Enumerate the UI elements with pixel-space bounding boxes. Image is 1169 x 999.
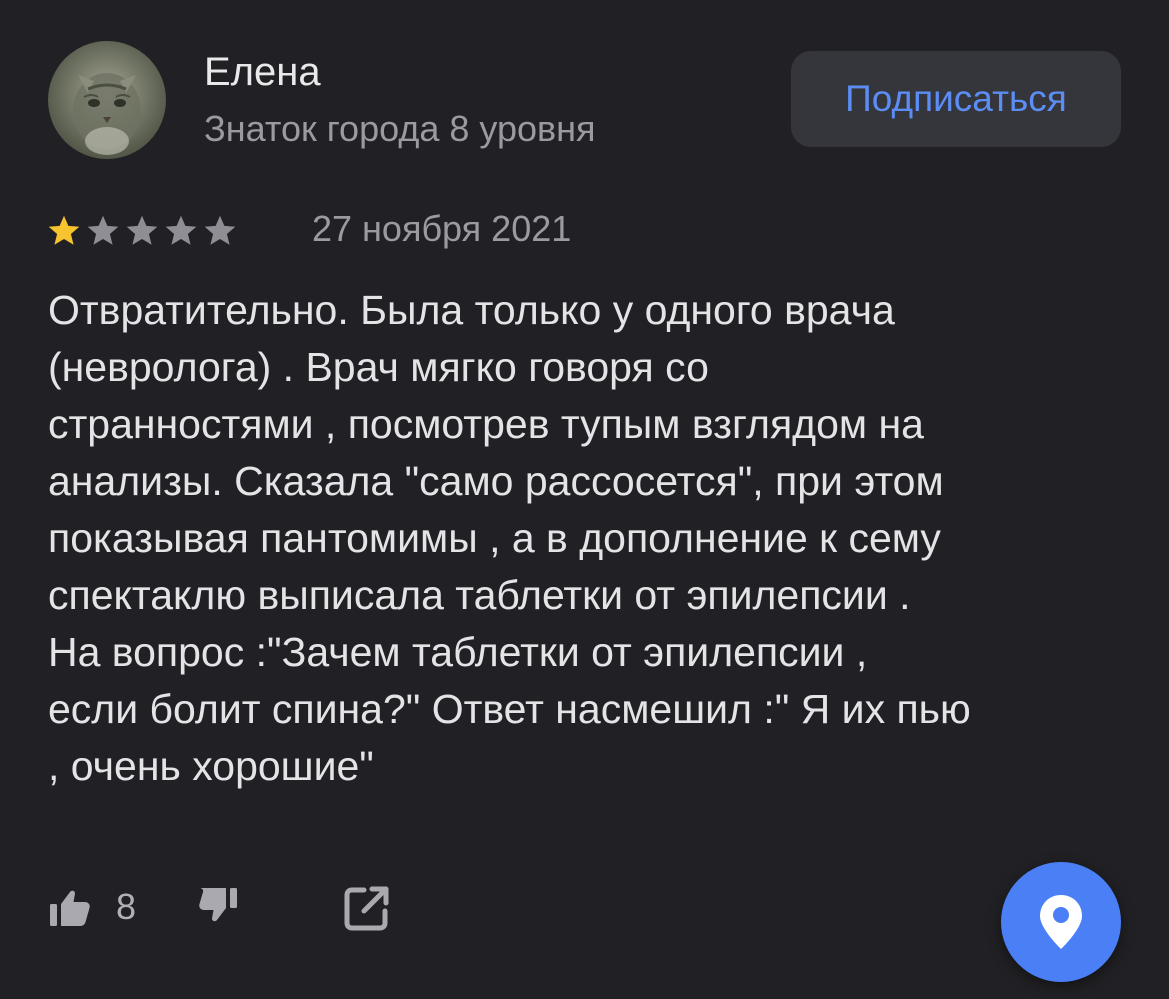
cat-avatar-image	[73, 73, 141, 155]
star-empty-icon	[165, 215, 197, 245]
review-text-line: Отвратительно. Была только у одного врач…	[48, 287, 895, 333]
star-filled-icon	[48, 215, 80, 245]
subscribe-button[interactable]: Подписаться	[791, 51, 1121, 147]
review-text-line: анализы. Сказала "само рассосется", при …	[48, 458, 944, 504]
review-text-line: (невролога) . Врач мягко говоря со	[48, 344, 709, 390]
like-button[interactable]: 8	[48, 882, 136, 932]
review-text-line: На вопрос :"Зачем таблетки от эпилепсии …	[48, 629, 868, 675]
map-pin-icon	[1040, 895, 1082, 949]
review-text-line: спектаклю выписала таблетки от эпилепсии…	[48, 572, 911, 618]
share-button[interactable]	[340, 882, 392, 934]
review-text: Отвратительно. Была только у одного врач…	[48, 282, 1128, 795]
star-empty-icon	[126, 215, 158, 245]
share-icon	[344, 886, 389, 931]
like-count: 8	[116, 886, 137, 927]
review-text-line: показывая пантомимы , а в дополнение к с…	[48, 515, 941, 561]
thumbs-up-icon	[50, 890, 90, 926]
thumbs-down-icon	[199, 888, 237, 922]
review-text-line: , очень хорошие"	[48, 743, 374, 789]
review-text-line: странностями , посмотрев тупым взглядом …	[48, 401, 924, 447]
dislike-button[interactable]	[196, 882, 246, 932]
review-card: Елена Знаток города 8 уровня Подписаться…	[0, 0, 1169, 999]
author-level: Знаток города 8 уровня	[204, 108, 596, 149]
star-empty-icon	[204, 215, 236, 245]
star-empty-icon	[87, 215, 119, 245]
review-date: 27 ноября 2021	[312, 208, 572, 249]
avatar[interactable]	[48, 41, 166, 159]
review-text-line: если болит спина?" Ответ насмешил :" Я и…	[48, 686, 971, 732]
author-name[interactable]: Елена	[204, 48, 321, 96]
rating-stars	[46, 212, 238, 252]
map-fab-button[interactable]	[1001, 862, 1121, 982]
